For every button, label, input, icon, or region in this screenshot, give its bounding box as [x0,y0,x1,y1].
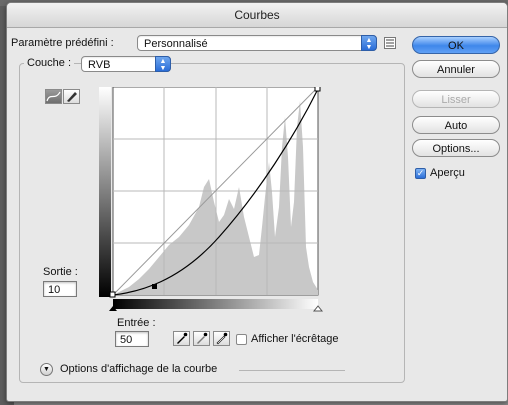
smooth-button[interactable]: Lisser [412,90,500,108]
auto-button[interactable]: Auto [412,116,500,134]
popup-arrows-icon: ▲ ▼ [155,56,171,72]
input-field[interactable]: 50 [115,331,149,347]
curve-graph[interactable] [99,87,329,312]
eyedropper-black-icon [177,332,188,344]
window-title: Courbes [7,3,507,28]
white-eyedropper-button[interactable] [213,331,230,346]
gray-eyedropper-button[interactable] [193,331,210,346]
output-gradient-bar [99,87,111,297]
curve-point-icon [46,91,61,102]
curves-dialog: Courbes Paramètre prédéfini : Personnali… [6,2,508,402]
pencil-tool[interactable] [63,89,80,104]
channel-value: RVB [88,59,111,71]
curve-point-tool[interactable] [45,89,62,104]
divider [239,370,345,371]
display-options-label[interactable]: Options d'affichage de la courbe [60,363,217,375]
output-label: Sortie : [43,266,78,278]
input-gradient-bar [113,299,318,309]
preset-select[interactable]: Personnalisé ▲ ▼ [137,35,377,51]
eyedropper-gray-icon [197,332,208,344]
preset-label: Paramètre prédéfini : [11,37,114,49]
preset-value: Personnalisé [144,38,208,50]
input-label: Entrée : [117,317,156,329]
preview-label: Aperçu [430,167,465,179]
disclosure-toggle-icon[interactable]: ▼ [40,363,53,376]
options-button[interactable]: Options... [412,139,500,157]
black-eyedropper-button[interactable] [173,331,190,346]
pencil-icon [67,92,77,102]
eyedropper-white-icon [216,332,228,345]
clipping-checkbox[interactable] [236,334,247,345]
ok-button[interactable]: OK [412,36,500,54]
curve-point-end[interactable] [314,87,321,92]
channel-select[interactable]: RVB ▲ ▼ [81,56,171,72]
output-field[interactable]: 10 [43,281,77,297]
clipping-label: Afficher l'écrêtage [251,333,339,345]
preview-checkbox[interactable]: ✓ [415,168,426,179]
popup-arrows-icon: ▲ ▼ [361,35,377,51]
curve-point-start[interactable] [109,291,116,298]
curve-point-selected[interactable] [152,284,157,289]
cancel-button[interactable]: Annuler [412,60,500,78]
preset-menu-icon[interactable] [384,37,396,49]
channel-label: Couche : [24,57,75,69]
